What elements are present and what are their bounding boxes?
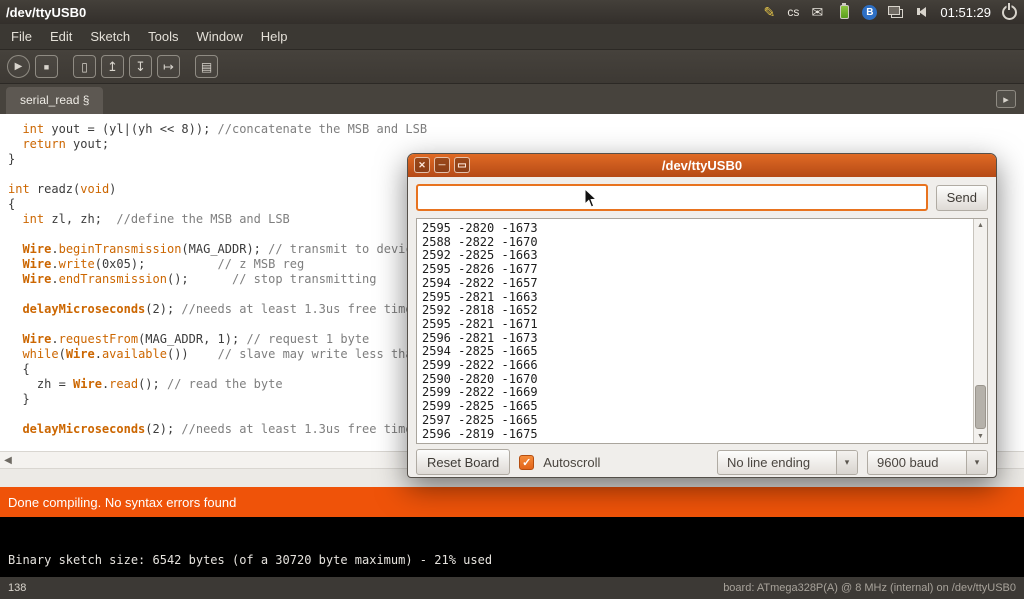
serial-output-line: 2588 -2822 -1670 bbox=[422, 236, 987, 250]
new-sketch-button[interactable] bbox=[73, 55, 96, 78]
footer-status-bar: 138 board: ATmega328P(A) @ 8 MHz (intern… bbox=[0, 577, 1024, 599]
compile-status-bar: Done compiling. No syntax errors found bbox=[0, 487, 1024, 517]
menu-sketch[interactable]: Sketch bbox=[81, 25, 139, 48]
serial-controls-row: Reset Board Autoscroll No line ending 96… bbox=[408, 444, 996, 480]
scroll-left-icon[interactable]: ◀ bbox=[0, 455, 16, 466]
note-icon[interactable] bbox=[760, 3, 778, 21]
tab-menu-icon[interactable] bbox=[996, 90, 1016, 108]
menu-bar: FileEditSketchToolsWindowHelp bbox=[0, 24, 1024, 50]
chevron-down-icon[interactable] bbox=[966, 451, 987, 474]
serial-output-area[interactable]: 2595 -2820 -16732588 -2822 -16702592 -28… bbox=[416, 218, 988, 444]
battery-icon[interactable] bbox=[835, 3, 853, 21]
serial-output-line: 2599 -2825 -1665 bbox=[422, 400, 987, 414]
session-menu-icon[interactable] bbox=[1002, 5, 1017, 20]
serial-output-line: 2597 -2825 -1665 bbox=[422, 414, 987, 428]
tab-bar: serial_read § bbox=[0, 84, 1024, 114]
close-icon[interactable] bbox=[414, 157, 430, 173]
tab-serial-read[interactable]: serial_read § bbox=[6, 87, 103, 114]
serial-monitor-window: /dev/ttyUSB0 Send 2595 -2820 -16732588 -… bbox=[407, 153, 997, 478]
verify-button[interactable] bbox=[7, 55, 30, 78]
network-icon[interactable] bbox=[886, 3, 904, 21]
chevron-down-icon[interactable] bbox=[836, 451, 857, 474]
build-console: Binary sketch size: 6542 bytes (of a 307… bbox=[0, 517, 1024, 577]
send-button[interactable]: Send bbox=[936, 185, 988, 211]
save-sketch-button[interactable] bbox=[129, 55, 152, 78]
board-info: board: ATmega328P(A) @ 8 MHz (internal) … bbox=[723, 582, 1016, 594]
open-sketch-button[interactable] bbox=[101, 55, 124, 78]
serial-output-line: 2599 -2822 -1669 bbox=[422, 386, 987, 400]
clock[interactable]: 01:51:29 bbox=[940, 5, 991, 20]
autoscroll-checkbox[interactable] bbox=[519, 455, 534, 470]
serial-output-line: 2595 -2820 -1673 bbox=[422, 222, 987, 236]
system-tray: cs 01:51:29 bbox=[760, 3, 1018, 21]
menu-help[interactable]: Help bbox=[252, 25, 297, 48]
menu-edit[interactable]: Edit bbox=[41, 25, 81, 48]
menu-file[interactable]: File bbox=[2, 25, 41, 48]
console-text: Binary sketch size: 6542 bytes (of a 307… bbox=[8, 553, 492, 567]
serial-input-row: Send bbox=[408, 177, 996, 216]
line-number-indicator: 138 bbox=[8, 582, 26, 594]
baud-rate-value: 9600 baud bbox=[868, 451, 947, 474]
serial-output-line: 2595 -2821 -1671 bbox=[422, 318, 987, 332]
top-panel: /dev/ttyUSB0 cs 01:51:29 bbox=[0, 0, 1024, 24]
serial-monitor-button[interactable] bbox=[195, 55, 218, 78]
window-title: /dev/ttyUSB0 bbox=[6, 5, 86, 20]
menu-window[interactable]: Window bbox=[187, 25, 251, 48]
serial-output-line: 2592 -2825 -1663 bbox=[422, 249, 987, 263]
serial-output-line: 2596 -2821 -1673 bbox=[422, 332, 987, 346]
serial-output: 2595 -2820 -16732588 -2822 -16702592 -28… bbox=[417, 219, 987, 441]
toolbar bbox=[0, 50, 1024, 84]
serial-monitor-title: /dev/ttyUSB0 bbox=[662, 158, 742, 173]
menu-tools[interactable]: Tools bbox=[139, 25, 187, 48]
minimize-icon[interactable] bbox=[434, 157, 450, 173]
serial-output-line: 2599 -2822 -1666 bbox=[422, 359, 987, 373]
line-ending-select[interactable]: No line ending bbox=[717, 450, 858, 475]
scroll-down-icon[interactable]: ▼ bbox=[974, 430, 987, 443]
keyboard-layout-indicator[interactable]: cs bbox=[787, 5, 799, 19]
serial-output-line: 2594 -2825 -1665 bbox=[422, 345, 987, 359]
autoscroll-label: Autoscroll bbox=[543, 455, 600, 470]
serial-output-line: 2592 -2818 -1652 bbox=[422, 304, 987, 318]
code-line: int yout = (yl|(yh << 8)); //concatenate… bbox=[8, 122, 1024, 137]
serial-scrollbar[interactable]: ▲ ▼ bbox=[973, 219, 987, 443]
serial-output-line: 2590 -2820 -1670 bbox=[422, 373, 987, 387]
serial-monitor-titlebar[interactable]: /dev/ttyUSB0 bbox=[408, 154, 996, 177]
reset-board-button[interactable]: Reset Board bbox=[416, 449, 510, 475]
serial-output-line: 2594 -2822 -1657 bbox=[422, 277, 987, 291]
serial-input[interactable] bbox=[416, 184, 928, 211]
compile-status-message: Done compiling. No syntax errors found bbox=[8, 495, 236, 510]
baud-rate-select[interactable]: 9600 baud bbox=[867, 450, 988, 475]
scroll-up-icon[interactable]: ▲ bbox=[974, 219, 987, 232]
bluetooth-icon[interactable] bbox=[862, 5, 877, 20]
line-ending-value: No line ending bbox=[718, 451, 819, 474]
code-line: return yout; bbox=[8, 137, 1024, 152]
upload-button[interactable] bbox=[157, 55, 180, 78]
volume-icon[interactable] bbox=[913, 3, 931, 21]
serial-output-line: 2595 -2821 -1663 bbox=[422, 291, 987, 305]
serial-output-line: 2596 -2819 -1675 bbox=[422, 428, 987, 442]
scrollbar-thumb[interactable] bbox=[975, 385, 986, 429]
window-controls bbox=[414, 157, 470, 173]
mouse-cursor bbox=[584, 188, 598, 209]
mail-icon[interactable] bbox=[808, 3, 826, 21]
maximize-icon[interactable] bbox=[454, 157, 470, 173]
serial-output-line: 2595 -2826 -1677 bbox=[422, 263, 987, 277]
stop-button[interactable] bbox=[35, 55, 58, 78]
